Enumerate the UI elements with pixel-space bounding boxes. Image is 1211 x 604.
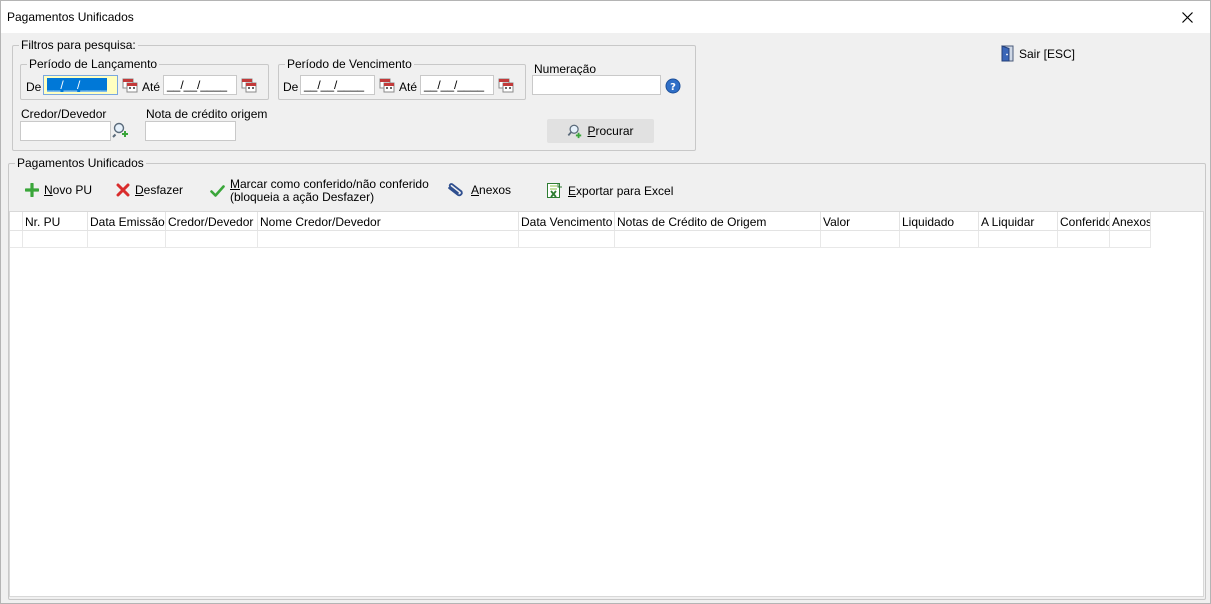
col-nr-pu[interactable]: Nr. PU: [23, 212, 88, 231]
nota-label: Nota de crédito origem: [146, 107, 268, 121]
desfazer-label: Desfazer: [135, 183, 184, 197]
table-row[interactable]: [10, 231, 1151, 248]
calendar-icon: [241, 78, 257, 93]
filters-legend: Filtros para pesquisa:: [21, 38, 136, 52]
client-area: Filtros para pesquisa: Período de Lançam…: [1, 33, 1210, 603]
vencimento-de-value: __/__/____: [304, 78, 365, 92]
col-data-vencimento[interactable]: Data Vencimento: [519, 212, 615, 231]
credor-search-button[interactable]: [112, 121, 130, 139]
plus-icon: [25, 183, 39, 197]
table-cell[interactable]: [615, 231, 821, 248]
col-a-liquidar[interactable]: A Liquidar: [979, 212, 1058, 231]
lancamento-ate-input[interactable]: __/__/____: [163, 75, 237, 95]
col-nome-credor-devedor[interactable]: Nome Credor/Devedor: [258, 212, 519, 231]
vencimento-ate-calendar-button[interactable]: [497, 76, 515, 94]
novo-pu-label: Novo PU: [44, 183, 93, 197]
grid-indicator-header: [10, 212, 23, 231]
marcar-conferido-line2: (bloqueia a ação Desfazer): [230, 190, 375, 204]
vencimento-ate-input[interactable]: __/__/____: [420, 75, 494, 95]
excel-icon: [547, 183, 562, 198]
vencimento-ate-label: Até: [399, 80, 418, 94]
calendar-icon: [122, 78, 138, 93]
lancamento-de-input[interactable]: __/__/____: [43, 75, 118, 95]
vencimento-ate-value: __/__/____: [424, 78, 485, 92]
desfazer-button[interactable]: Desfazer: [116, 183, 183, 197]
paperclip-icon: [448, 183, 463, 197]
grid-header: Nr. PU Data Emissão Credor/Devedor Nome …: [10, 212, 1151, 231]
table-cell[interactable]: [23, 231, 88, 248]
nota-input[interactable]: [145, 121, 236, 141]
lancamento-de-value: __/__/____: [47, 78, 108, 92]
exportar-excel-button[interactable]: Exportar para Excel: [546, 182, 673, 199]
table-cell[interactable]: [88, 231, 166, 248]
col-notas-credito-origem[interactable]: Notas de Crédito de Origem: [615, 212, 821, 231]
col-liquidado[interactable]: Liquidado: [900, 212, 979, 231]
procurar-button[interactable]: Procurar: [547, 119, 654, 143]
lancamento-de-calendar-button[interactable]: [121, 76, 139, 94]
lancamento-legend: Período de Lançamento: [29, 57, 158, 71]
search-add-icon: [112, 122, 128, 138]
table-cell[interactable]: [166, 231, 258, 248]
checkmark-icon: [210, 185, 225, 197]
marcar-conferido-button[interactable]: Marcar como conferido/não conferido (blo…: [210, 178, 429, 204]
vencimento-de-calendar-button[interactable]: [378, 76, 396, 94]
help-button[interactable]: ?: [664, 77, 682, 95]
close-icon: [1181, 11, 1193, 23]
col-anexos[interactable]: Anexos: [1110, 212, 1151, 231]
table-cell[interactable]: [1110, 231, 1151, 248]
calendar-icon: [379, 78, 395, 93]
exit-door-icon: [1001, 45, 1014, 62]
svg-text:?: ?: [670, 82, 676, 93]
vencimento-de-input[interactable]: __/__/____: [300, 75, 375, 95]
lancamento-ate-value: __/__/____: [167, 78, 228, 92]
vencimento-legend: Período de Vencimento: [287, 57, 412, 71]
row-indicator[interactable]: [10, 231, 23, 248]
sair-label: Sair [ESC]: [1019, 46, 1076, 61]
lancamento-ate-label: Até: [142, 80, 161, 94]
title-bar: Pagamentos Unificados: [1, 1, 1210, 33]
procurar-label: Procurar: [587, 124, 634, 138]
anexos-label: Anexos: [471, 183, 512, 197]
table-cell[interactable]: [1058, 231, 1110, 248]
close-button[interactable]: [1164, 1, 1210, 33]
table-cell[interactable]: [519, 231, 615, 248]
col-credor-devedor[interactable]: Credor/Devedor: [166, 212, 258, 231]
table-cell[interactable]: [821, 231, 900, 248]
help-icon: ?: [665, 78, 681, 94]
novo-pu-button[interactable]: Novo PU: [25, 183, 92, 197]
exportar-excel-label: Exportar para Excel: [568, 183, 674, 198]
delete-x-icon: [116, 183, 130, 197]
search-add-icon: [568, 124, 582, 139]
col-data-emissao[interactable]: Data Emissão: [88, 212, 166, 231]
col-valor[interactable]: Valor: [821, 212, 900, 231]
lancamento-de-label: De: [26, 80, 42, 94]
results-grid[interactable]: Nr. PU Data Emissão Credor/Devedor Nome …: [9, 211, 1204, 597]
sair-button[interactable]: Sair [ESC]: [1001, 45, 1075, 62]
calendar-icon: [498, 78, 514, 93]
col-conferido[interactable]: Conferido: [1058, 212, 1110, 231]
numeracao-input[interactable]: [532, 75, 661, 95]
main-window: Pagamentos Unificados Filtros para pesqu…: [0, 0, 1211, 604]
table-cell[interactable]: [258, 231, 519, 248]
numeracao-label: Numeração: [534, 62, 597, 76]
vencimento-de-label: De: [283, 80, 299, 94]
window-title: Pagamentos Unificados: [7, 10, 134, 24]
table-cell[interactable]: [900, 231, 979, 248]
table-cell[interactable]: [979, 231, 1058, 248]
credor-input[interactable]: [20, 121, 111, 141]
marcar-conferido-text: Marcar como conferido/não conferido (blo…: [230, 178, 429, 204]
results-legend: Pagamentos Unificados: [17, 156, 144, 170]
anexos-button[interactable]: Anexos: [446, 182, 511, 198]
lancamento-ate-calendar-button[interactable]: [240, 76, 258, 94]
credor-label: Credor/Devedor: [21, 107, 107, 121]
